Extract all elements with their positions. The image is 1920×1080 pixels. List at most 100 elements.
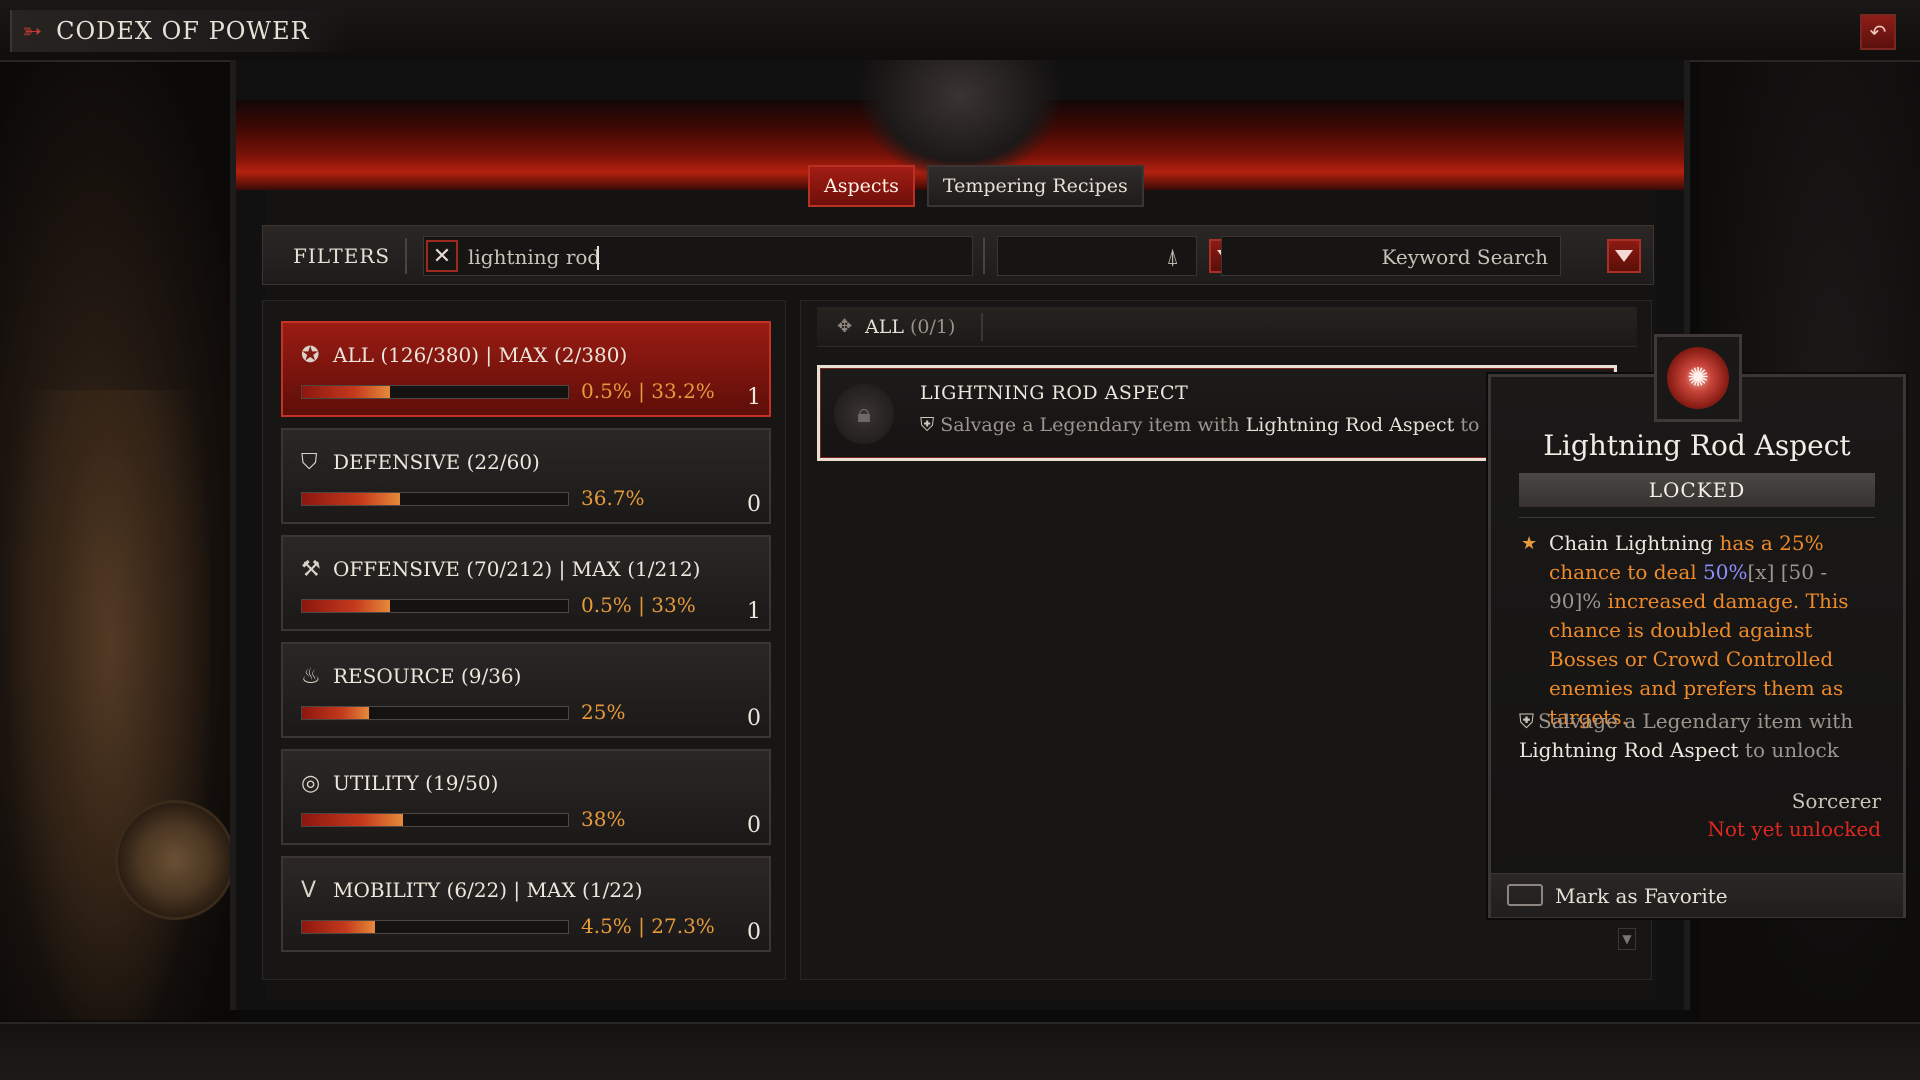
top-bar: ➳ CODEX OF POWER ↶ [0, 0, 1920, 62]
medallion-image [115, 800, 235, 920]
category-label: UTILITY (19/50) [333, 771, 499, 795]
progress-bar [301, 599, 569, 613]
category-label: MOBILITY (6/22) | MAX (1/22) [333, 878, 643, 902]
category-percent: 38% [581, 807, 626, 831]
unlock-suffix: to unlock [1738, 738, 1839, 762]
category-count: 0 [747, 706, 761, 731]
mark-favorite-label: Mark as Favorite [1555, 884, 1728, 908]
category-percent: 4.5% | 27.3% [581, 914, 715, 938]
category-label: DEFENSIVE (22/60) [333, 450, 540, 474]
list-header-count: (0/1) [910, 316, 956, 338]
progress-fill [302, 600, 390, 612]
keyword-search-dropdown[interactable]: Keyword Search [1221, 236, 1561, 276]
page-title: CODEX OF POWER [56, 17, 310, 45]
swirl-icon: ◎ [301, 771, 321, 796]
progress-bar [301, 706, 569, 720]
progress-bar [301, 920, 569, 934]
category-percent: 0.5% | 33% [581, 593, 696, 617]
diamond-cluster-icon: ✥ [837, 316, 853, 337]
close-icon: ✕ [432, 243, 452, 269]
progress-fill [302, 921, 375, 933]
background-left [0, 60, 240, 1030]
category-count: 0 [747, 920, 761, 945]
chevron-down-icon [1615, 250, 1633, 262]
keyword-search-label: Keyword Search [1381, 245, 1548, 269]
wings-icon: V [301, 878, 317, 903]
tooltip-title: Lightning Rod Aspect [1543, 429, 1851, 462]
aspect-name: LIGHTNING ROD ASPECT [920, 382, 1189, 404]
bear-statue-image [10, 390, 210, 1030]
shield-icon: ⛉ [301, 450, 318, 475]
mark-favorite-button[interactable]: Mark as Favorite [1491, 873, 1903, 917]
star-bullet-icon: ★ [1521, 533, 1538, 554]
category-percent: 0.5% | 33.2% [581, 379, 715, 403]
axe-icon: ⚒ [301, 557, 321, 582]
bottom-bar [0, 1022, 1920, 1080]
scroll-down-button[interactable]: ▼ [1618, 928, 1636, 950]
category-defensive[interactable]: ⛉ DEFENSIVE (22/60) 36.7% 0 [281, 428, 771, 524]
tooltip-class: Sorcerer [1791, 789, 1881, 813]
class-filter-dropdown[interactable]: ⍋ [997, 236, 1197, 276]
divider [983, 238, 985, 274]
category-label: RESOURCE (9/36) [333, 664, 522, 688]
category-list: ✪ ALL (126/380) | MAX (2/380) 0.5% | 33.… [262, 300, 786, 980]
tooltip-locked-banner: LOCKED [1519, 473, 1875, 507]
back-button[interactable]: ↶ [1860, 14, 1896, 50]
category-offensive[interactable]: ⚒ OFFENSIVE (70/212) | MAX (1/212) 0.5% … [281, 535, 771, 631]
flame-icon: ♨ [301, 664, 321, 689]
progress-fill [302, 493, 400, 505]
desc-highlight: Lightning Rod Aspect [1245, 414, 1455, 436]
effect-skill: Chain Lightning [1549, 531, 1714, 555]
category-all[interactable]: ✪ ALL (126/380) | MAX (2/380) 0.5% | 33.… [281, 321, 771, 417]
category-label: OFFENSIVE (70/212) | MAX (1/212) [333, 557, 701, 581]
desc-prefix: Salvage a Legendary item with [940, 414, 1246, 436]
category-count: 0 [747, 492, 761, 517]
tab-tempering-recipes[interactable]: Tempering Recipes [926, 165, 1144, 207]
skull-ornament [860, 60, 1060, 180]
tooltip-status: Not yet unlocked [1707, 817, 1881, 841]
category-percent: 36.7% [581, 486, 645, 510]
category-percent: 25% [581, 700, 626, 724]
list-header-label: ALL (0/1) [865, 316, 955, 338]
category-label: ALL (126/380) | MAX (2/380) [333, 343, 628, 367]
salvage-shield-icon: ⛨ [920, 414, 935, 436]
keyword-search-dropdown-button[interactable] [1607, 239, 1641, 273]
divider [1519, 517, 1875, 518]
unlock-highlight: Lightning Rod Aspect [1519, 738, 1739, 762]
arrow-icon: ➳ [22, 17, 43, 45]
return-arrow-icon: ↶ [1869, 20, 1887, 44]
title-plate: ➳ CODEX OF POWER [10, 10, 350, 52]
lock-icon: 🔒︎ [834, 384, 894, 444]
progress-fill [302, 814, 404, 826]
aspect-description: ⛨ Salvage a Legendary item with Lightning… [920, 414, 1498, 436]
category-count: 1 [747, 385, 761, 410]
divider [981, 313, 983, 341]
tab-aspects[interactable]: Aspects [808, 165, 915, 207]
progress-bar [301, 813, 569, 827]
effect-value: 50% [1703, 560, 1748, 584]
lightning-aspect-icon: ✺ [1667, 347, 1729, 409]
list-header: ✥ ALL (0/1) [817, 307, 1637, 347]
aspect-tooltip: Lightning Rod Aspect LOCKED ★ Chain Ligh… [1488, 374, 1906, 918]
tooltip-effect-text: Chain Lightning has a 25% chance to deal… [1549, 529, 1879, 732]
list-header-title: ALL [865, 316, 904, 338]
category-count: 1 [747, 599, 761, 624]
aspect-emblem: ✺ [1654, 334, 1742, 422]
clear-search-button[interactable]: ✕ [426, 240, 458, 272]
category-utility[interactable]: ◎ UTILITY (19/50) 38% 0 [281, 749, 771, 845]
unlock-prefix: Salvage a Legendary item with [1538, 709, 1854, 733]
category-resource[interactable]: ♨ RESOURCE (9/36) 25% 0 [281, 642, 771, 738]
search-input[interactable]: ✕ lightning rod [423, 236, 973, 276]
progress-fill [302, 386, 390, 398]
progress-bar [301, 492, 569, 506]
filters-label: FILTERS [293, 244, 391, 268]
salvage-shield-icon: ⛨ [1519, 709, 1534, 733]
progress-fill [302, 707, 369, 719]
category-count: 0 [747, 813, 761, 838]
tooltip-unlock-text: ⛨ Salvage a Legendary item with Lightning… [1519, 707, 1879, 765]
category-mobility[interactable]: V MOBILITY (6/22) | MAX (1/22) 4.5% | 27… [281, 856, 771, 952]
star-icon: ✪ [301, 343, 320, 368]
class-emblem-icon: ⍋ [1166, 245, 1180, 270]
progress-bar [301, 385, 569, 399]
tab-bar: Aspects Tempering Recipes [808, 165, 1144, 207]
